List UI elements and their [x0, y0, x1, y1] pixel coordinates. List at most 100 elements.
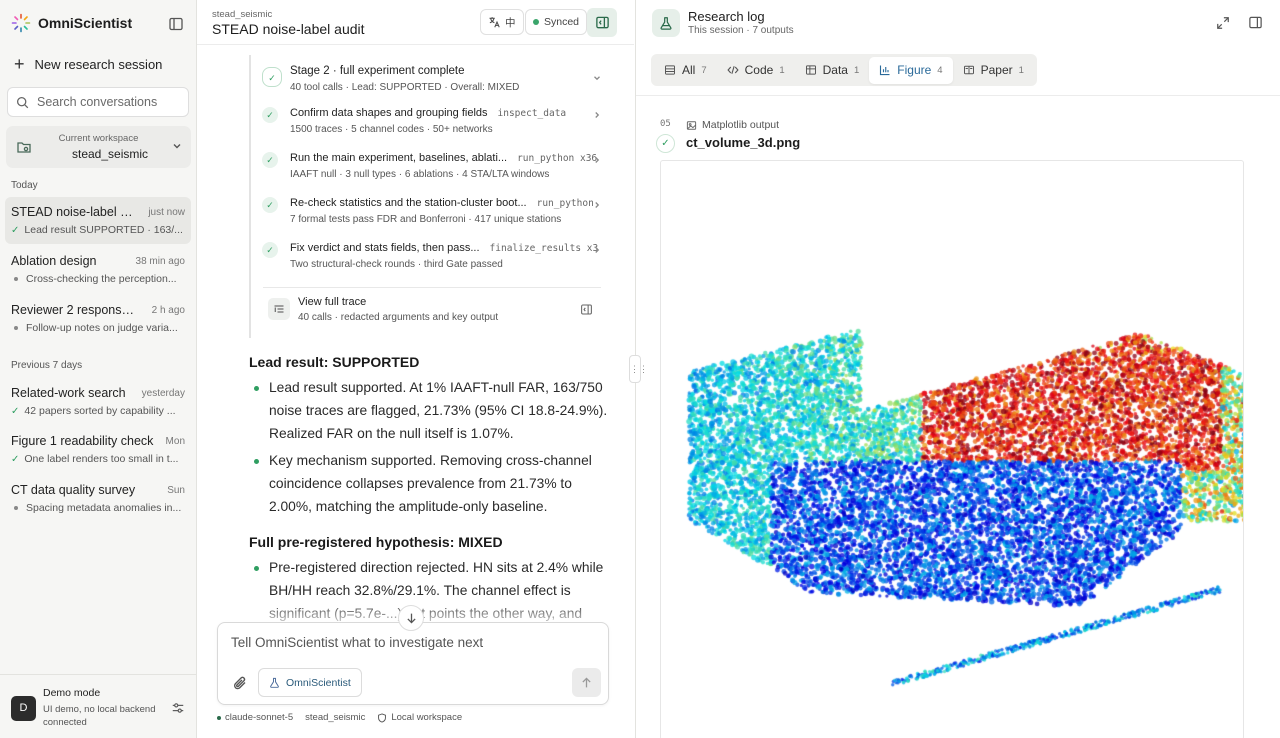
- lead-bullet: Lead result supported. At 1% IAAFT-null …: [249, 376, 609, 445]
- volume-render-image: [661, 161, 1243, 738]
- lead-bullet: Key mechanism supported. Removing cross-…: [249, 449, 609, 518]
- brand-name: OmniScientist: [38, 15, 133, 31]
- session-meta: claude-sonnet-5 stead_seismic Local work…: [217, 712, 462, 723]
- brand[interactable]: OmniScientist: [11, 13, 132, 33]
- conversation-title: Related-work search: [11, 386, 126, 400]
- scroll-down-button[interactable]: [398, 605, 424, 631]
- stage-step[interactable]: ✓ Run the main experiment, baselines, ab…: [262, 152, 602, 184]
- location-label: Local workspace: [391, 712, 463, 723]
- conversation-title: CT data quality survey: [11, 483, 136, 497]
- chevron-right-icon: [595, 202, 600, 208]
- workspace-selector[interactable]: Current workspace stead_seismic: [6, 126, 191, 168]
- assistant-message: Lead result: SUPPORTED Lead result suppo…: [249, 354, 609, 629]
- check-circle-icon: ✓: [262, 67, 282, 87]
- open-panel-icon[interactable]: [580, 303, 593, 316]
- view-trace-button[interactable]: View full trace 40 calls · redacted argu…: [263, 287, 601, 325]
- section-previous: Previous 7 days: [11, 360, 83, 371]
- output-filename[interactable]: ct_volume_3d.png: [686, 135, 800, 150]
- tab-code[interactable]: Code 1: [717, 57, 795, 84]
- sync-status: Synced: [525, 9, 588, 35]
- chevron-right-icon: [595, 157, 600, 163]
- tab-data[interactable]: Data 1: [795, 57, 870, 84]
- figure-preview[interactable]: [660, 160, 1244, 738]
- composer: OmniScientist: [217, 622, 609, 705]
- conversation-status: Lead result SUPPORTED · 163/...: [24, 224, 183, 236]
- panel-subtitle: This session · 7 outputs: [688, 25, 794, 36]
- tab-paper[interactable]: Paper 1: [953, 57, 1034, 84]
- language-toggle-button[interactable]: 中: [480, 9, 524, 35]
- code-icon: [727, 66, 739, 74]
- conversation-time: Sun: [167, 485, 185, 496]
- chart-icon: [880, 65, 890, 76]
- progress-dot-icon: [14, 506, 18, 510]
- search-icon: [16, 96, 29, 108]
- agent-select-button[interactable]: OmniScientist: [258, 668, 362, 697]
- output-kind: Matplotlib output: [686, 119, 779, 131]
- trace-title: View full trace: [298, 296, 367, 308]
- chevron-down-icon: [173, 144, 181, 149]
- conversation-time: Mon: [165, 436, 185, 447]
- research-log-panel: Research log This session · 7 outputs Al…: [635, 0, 1280, 738]
- panel-right-icon: [595, 16, 609, 29]
- tab-count: 7: [701, 64, 707, 76]
- chat-header: stead_seismic STEAD noise-label audit 中 …: [197, 0, 634, 45]
- conversation-time: 38 min ago: [135, 256, 185, 267]
- list-icon: [665, 65, 675, 75]
- search-input[interactable]: [37, 95, 177, 109]
- stage-header[interactable]: ✓ Stage 2 · full experiment complete 40 …: [262, 65, 602, 95]
- resize-handle[interactable]: ⋮⋮: [629, 355, 648, 383]
- paperclip-icon[interactable]: [232, 675, 248, 691]
- arrow-down-icon: [406, 613, 416, 623]
- progress-dot-icon: [14, 326, 18, 330]
- check-icon: ✓: [262, 152, 278, 168]
- omniscientist-logo-icon: [11, 13, 31, 33]
- conversation-time: 2 h ago: [151, 305, 185, 316]
- sidebar-collapse-icon[interactable]: [168, 16, 184, 32]
- message-input[interactable]: [231, 635, 591, 657]
- table-icon: [805, 65, 816, 75]
- panel-collapse-icon[interactable]: [1248, 15, 1263, 30]
- conversation-item[interactable]: Figure 1 readability check Mon ✓ One labe…: [5, 426, 191, 473]
- check-icon: ✓: [11, 224, 20, 236]
- tab-count: 1: [779, 64, 785, 76]
- workspace-label: Current workspace: [58, 133, 139, 144]
- demo-mode-panel: D Demo mode UI demo, no local backend co…: [0, 674, 197, 738]
- conversation-item[interactable]: STEAD noise-label au... just now ✓ Lead r…: [5, 197, 191, 244]
- plus-icon: +: [14, 54, 25, 74]
- tab-count: 1: [853, 64, 860, 76]
- stage-step[interactable]: ✓ Re-check statistics and the station-cl…: [262, 197, 602, 229]
- agent-label: OmniScientist: [286, 676, 351, 689]
- step-title: Fix verdict and stats fields, then pass.…: [290, 242, 480, 254]
- output-kind-label: Matplotlib output: [702, 119, 780, 131]
- step-summary: IAAFT null · 3 null types · 6 ablations …: [290, 169, 550, 180]
- model-badge[interactable]: claude-sonnet-5: [217, 712, 293, 723]
- tab-all[interactable]: All 7: [654, 57, 717, 84]
- conversation-time: just now: [148, 207, 185, 218]
- expand-icon[interactable]: [1216, 16, 1230, 30]
- tab-label: All: [682, 63, 696, 77]
- send-button[interactable]: [572, 668, 601, 697]
- tab-figure[interactable]: Figure 4: [869, 56, 953, 84]
- settings-sliders-icon[interactable]: [171, 701, 185, 715]
- trace-summary: 40 calls · redacted arguments and key ou…: [298, 312, 499, 323]
- stage-step[interactable]: ✓ Fix verdict and stats fields, then pas…: [262, 242, 602, 274]
- avatar[interactable]: D: [11, 696, 36, 721]
- full-hypothesis-heading: Full pre-registered hypothesis: MIXED: [249, 534, 503, 550]
- step-summary: 7 formal tests pass FDR and Bonferroni ·…: [290, 214, 562, 225]
- location-badge: Local workspace: [377, 712, 462, 723]
- stage-step[interactable]: ✓ Confirm data shapes and grouping field…: [262, 107, 602, 139]
- conversation-item[interactable]: Related-work search yesterday ✓ 42 papers…: [5, 378, 191, 425]
- chevron-right-icon: [595, 112, 600, 118]
- conversation-item[interactable]: CT data quality survey Sun Spacing metad…: [5, 475, 191, 522]
- new-session-button[interactable]: + New research session: [14, 55, 162, 73]
- arrow-up-icon: [582, 677, 591, 688]
- panel-toggle-button[interactable]: [587, 8, 617, 37]
- check-circle-icon: ✓: [656, 134, 675, 153]
- sync-dot-icon: [533, 19, 539, 25]
- conversation-item[interactable]: Reviewer 2 response ... 2 h ago Follow-u…: [5, 295, 191, 342]
- conversation-time: yesterday: [141, 388, 185, 399]
- stage-card: ✓ Stage 2 · full experiment complete 40 …: [249, 55, 609, 338]
- check-icon: ✓: [262, 197, 278, 213]
- conversation-item[interactable]: Ablation design 38 min ago Cross-checkin…: [5, 246, 191, 293]
- demo-title: Demo mode: [43, 687, 101, 699]
